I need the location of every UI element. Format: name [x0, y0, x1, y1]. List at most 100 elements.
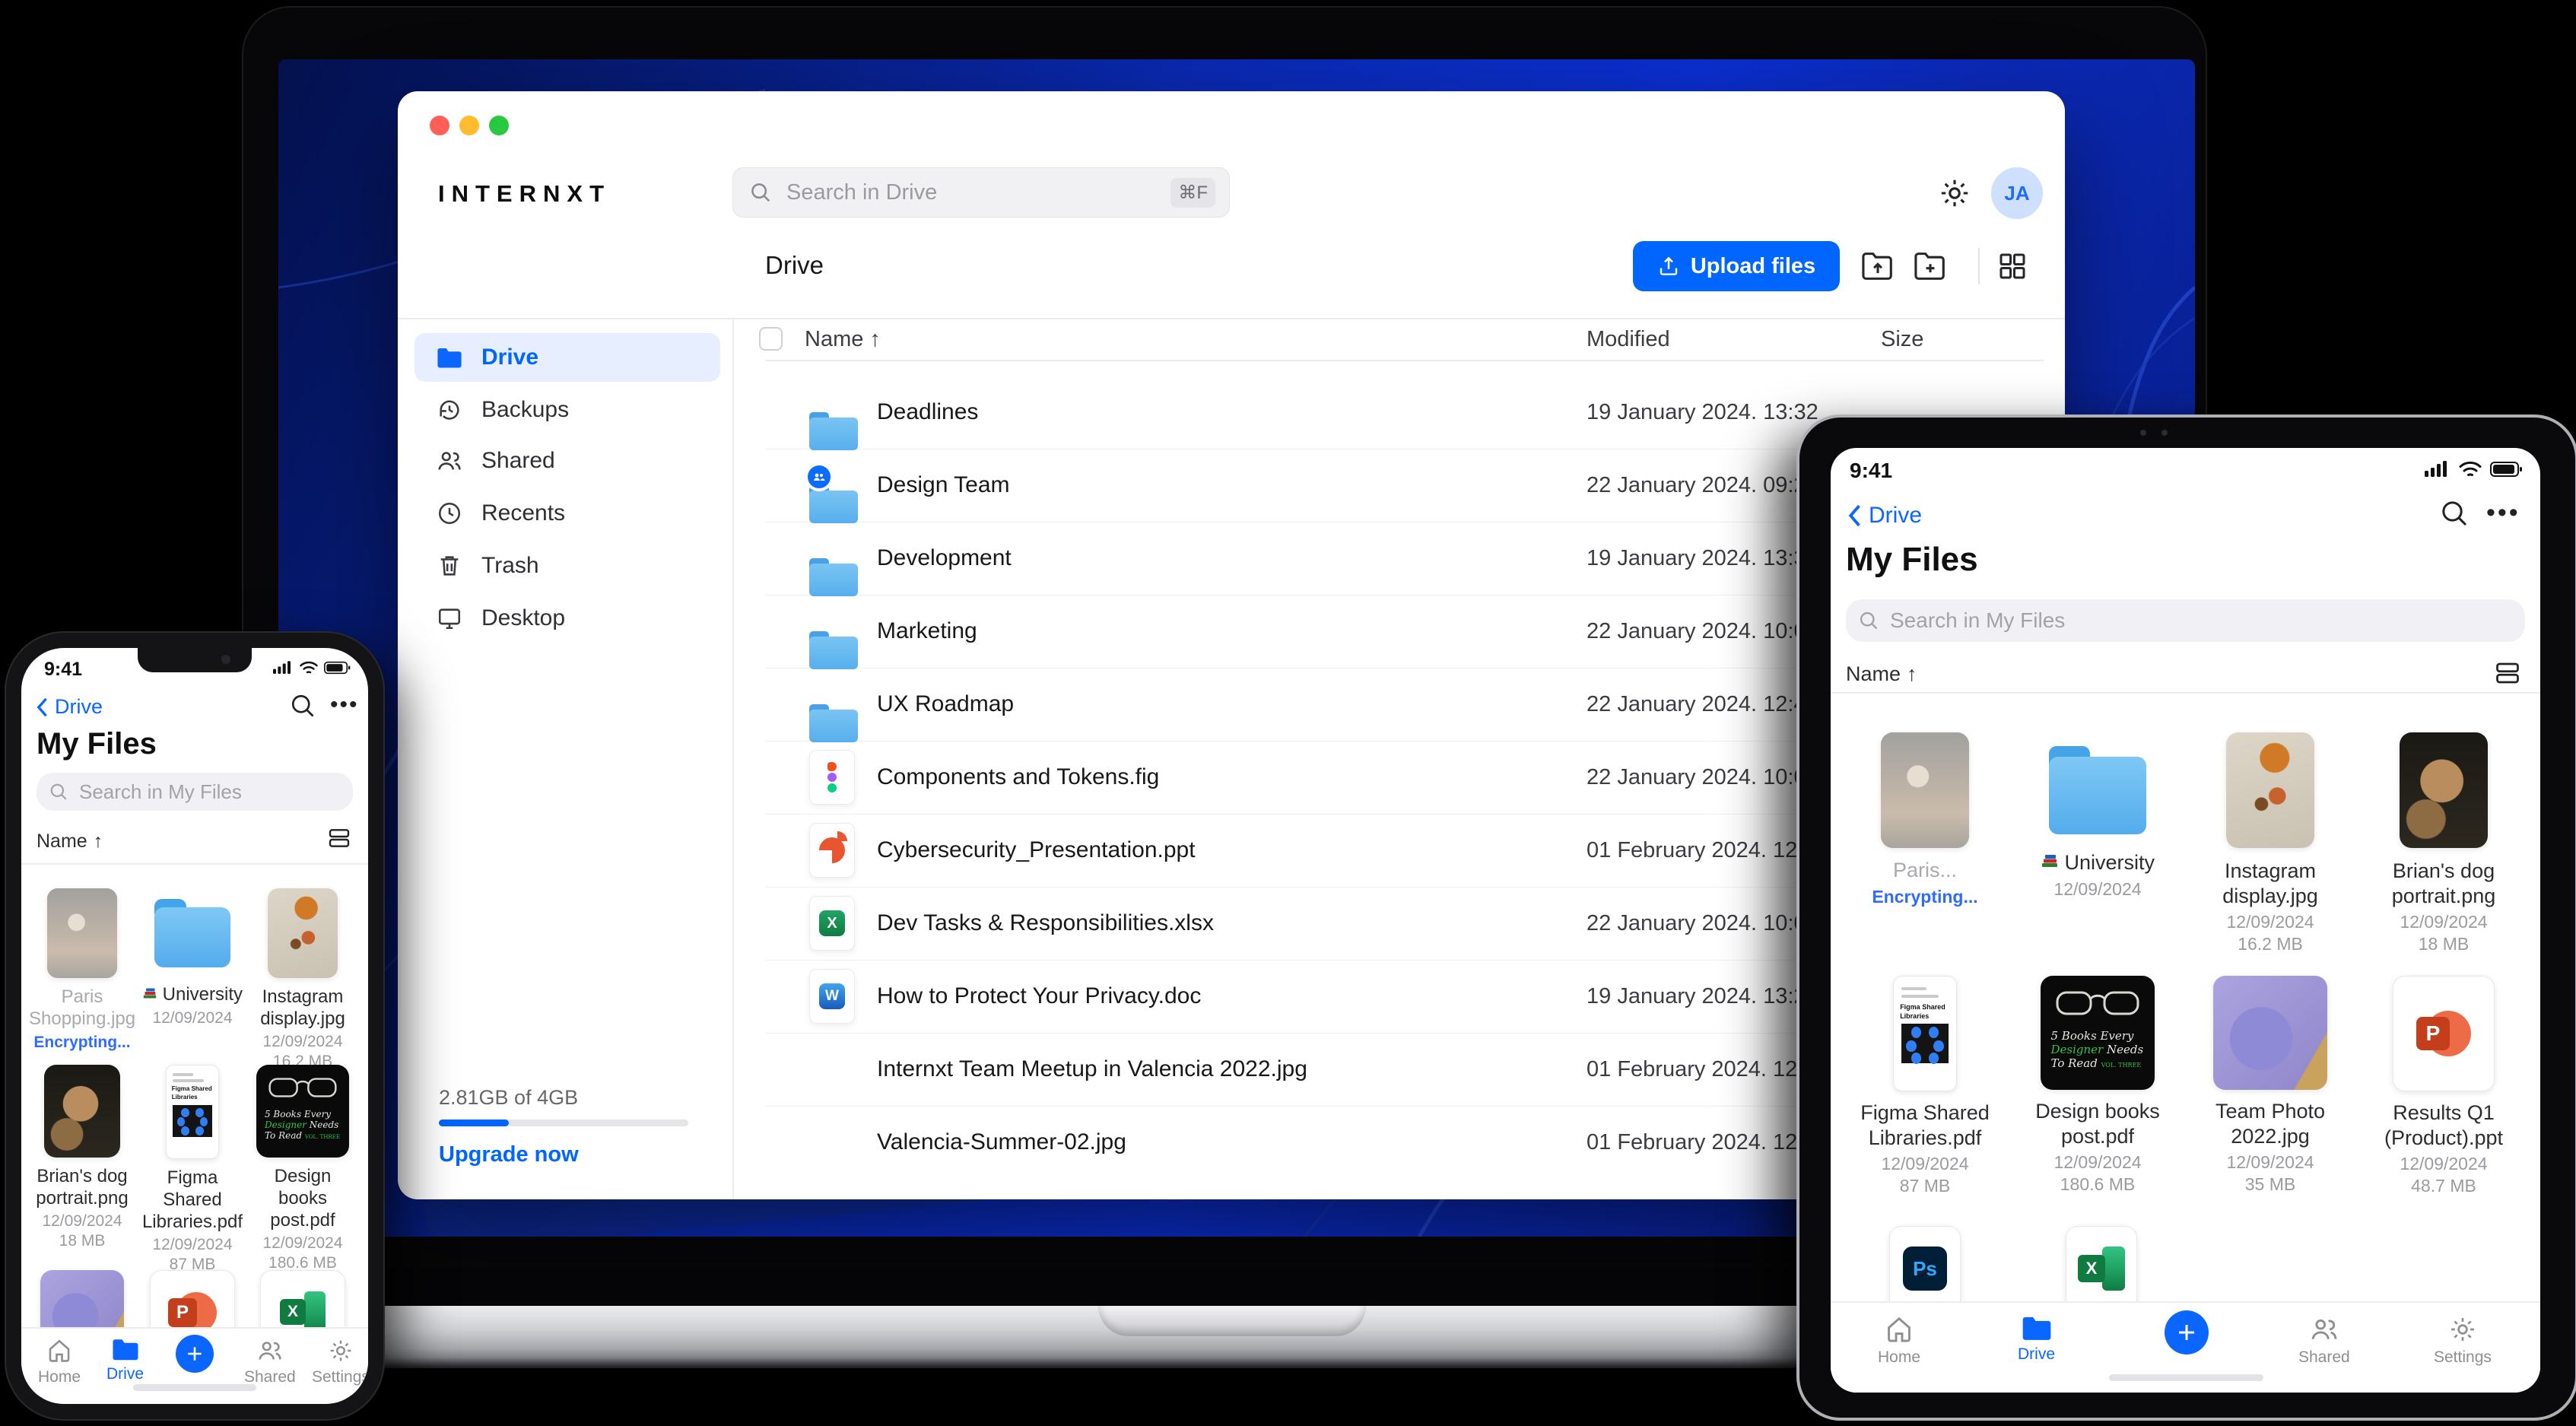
back-to-drive-button[interactable]: Drive	[1846, 503, 1922, 529]
drive-search-bar[interactable]: ⌘F	[732, 167, 1230, 218]
file-grid-item[interactable]: Figma Shared Libraries Figma Shared Libr…	[139, 1065, 246, 1274]
nav-drive[interactable]: Drive	[106, 1338, 144, 1383]
internxt-logo: INTERNXT	[438, 180, 611, 207]
close-window-button[interactable]	[430, 116, 449, 135]
column-header-modified[interactable]: Modified	[1587, 327, 1670, 352]
page-title: Drive	[765, 251, 824, 279]
file-grid-item[interactable]: University 12/09/2024	[2022, 732, 2174, 900]
folder-icon	[2022, 1316, 2050, 1340]
column-header-size[interactable]: Size	[1881, 327, 1923, 352]
books-icon	[2041, 855, 2057, 867]
nav-shared[interactable]: Shared	[2298, 1315, 2350, 1367]
sidebar-item-recents[interactable]: Recents	[415, 489, 720, 538]
add-button[interactable]	[2165, 1310, 2209, 1355]
sort-by-name[interactable]: Name ↑	[37, 831, 103, 853]
table-header-divider	[765, 360, 2044, 361]
sidebar-item-label: Shared	[481, 448, 555, 473]
file-grid-item[interactable]: Ps	[1888, 1226, 1961, 1311]
search-icon	[1860, 611, 1878, 630]
folder-icon	[154, 899, 230, 967]
sort-by-name[interactable]: Name ↑	[1846, 662, 1917, 686]
list-view-toggle-icon[interactable]	[2494, 659, 2521, 687]
search-icon[interactable]	[289, 692, 316, 719]
file-grid-item[interactable]: Instagram display.jpg 12/09/2024 16.2 MB	[2194, 732, 2346, 954]
divider	[1831, 692, 2540, 694]
nav-home[interactable]: Home	[38, 1338, 81, 1386]
file-grid-item[interactable]: X	[2065, 1226, 2138, 1311]
header-divider	[398, 318, 2065, 319]
select-all-checkbox[interactable]	[759, 327, 783, 351]
phone-search-input[interactable]	[78, 779, 341, 805]
upload-files-label: Upload files	[1690, 253, 1816, 278]
file-grid-item[interactable]: 5 Books Every Designer Needs To Read VOL…	[2022, 976, 2174, 1195]
photo-thumbnail	[2213, 976, 2327, 1090]
more-options-icon[interactable]: •••	[330, 692, 359, 718]
settings-gear-icon[interactable]	[1938, 176, 1971, 210]
file-grid-item[interactable]: Brian's dog portrait.png 12/09/2024 18 M…	[29, 1065, 135, 1250]
upload-folder-icon[interactable]	[1861, 251, 1895, 281]
sidebar-item-desktop[interactable]: Desktop	[415, 594, 720, 643]
people-icon	[2311, 1319, 2337, 1340]
nav-home[interactable]: Home	[1878, 1315, 1920, 1367]
upload-files-button[interactable]: Upload files	[1633, 241, 1840, 291]
file-grid-item[interactable]: P Results Q1 (Product).ppt 12/09/2024 48…	[2368, 976, 2520, 1196]
new-folder-icon[interactable]	[1914, 251, 1947, 281]
search-icon[interactable]	[2439, 498, 2470, 529]
photo-thumbnail	[44, 1065, 120, 1158]
add-button[interactable]	[176, 1335, 214, 1373]
photoshop-file-icon: Ps	[1889, 1226, 1961, 1311]
powerpoint-file-icon	[809, 823, 855, 878]
tablet-search-input[interactable]	[1888, 608, 2513, 634]
sidebar-item-label: Drive	[481, 345, 539, 370]
list-view-toggle-icon[interactable]	[327, 826, 351, 850]
minimize-window-button[interactable]	[459, 116, 479, 135]
plus-icon	[2179, 1325, 2194, 1340]
phone-status-time: 9:41	[44, 659, 83, 680]
column-header-name[interactable]: Name ↑	[805, 327, 881, 352]
storage-progress-fill	[439, 1120, 509, 1126]
history-icon	[436, 396, 463, 424]
sidebar-item-backups[interactable]: Backups	[415, 386, 720, 434]
nav-settings[interactable]: Settings	[312, 1338, 368, 1386]
phone-status-icons	[273, 660, 351, 675]
pdf-thumbnail: 5 Books Every Designer Needs To Read VOL…	[256, 1065, 349, 1158]
file-grid-item[interactable]: Instagram display.jpg 12/09/2024 16.2 MB	[249, 888, 356, 1071]
file-grid-item[interactable]: University 12/09/2024	[139, 888, 246, 1027]
divider	[21, 863, 368, 865]
home-indicator[interactable]	[133, 1384, 256, 1391]
phone-search-bar[interactable]	[37, 773, 353, 811]
photo-thumbnail	[2400, 732, 2488, 848]
home-indicator[interactable]	[2109, 1374, 2263, 1381]
nav-shared[interactable]: Shared	[244, 1338, 296, 1386]
upgrade-link[interactable]: Upgrade now	[439, 1142, 579, 1167]
folder-label: University	[2022, 851, 2174, 875]
sidebar-item-trash[interactable]: Trash	[415, 541, 720, 590]
file-grid-item[interactable]: Figma Shared Libraries Figma Shared Libr…	[1849, 976, 2001, 1196]
avatar[interactable]: JA	[1991, 167, 2043, 219]
grid-view-icon[interactable]	[1996, 251, 2028, 281]
tablet-status-icons	[2425, 460, 2524, 478]
nav-drive[interactable]: Drive	[2018, 1315, 2055, 1364]
more-options-icon[interactable]: •••	[2486, 498, 2520, 528]
folder-icon	[113, 1339, 138, 1361]
search-input[interactable]	[785, 179, 1161, 206]
zoom-window-button[interactable]	[489, 116, 509, 135]
tablet-search-bar[interactable]	[1846, 599, 2525, 642]
file-grid-item[interactable]: Brian's dog portrait.png 12/09/2024 18 M…	[2368, 732, 2520, 954]
excel-file-icon: X	[809, 896, 855, 951]
file-grid-item[interactable]: Paris Shopping.jpg Encrypting...	[29, 888, 135, 1052]
clock-icon	[436, 500, 463, 527]
phone-navbar: Home Drive Shared Settings	[21, 1327, 368, 1404]
folder-icon	[2049, 746, 2146, 834]
tablet-screen: 9:41 Drive ••• My Files Name↑ Paris... E…	[1831, 448, 2540, 1393]
sidebar-item-drive[interactable]: Drive	[415, 333, 720, 382]
back-to-drive-button[interactable]: Drive	[35, 695, 103, 719]
file-grid-item[interactable]: Team Photo 2022.jpg 12/09/2024 35 MB	[2194, 976, 2346, 1195]
phone-page-title: My Files	[37, 727, 157, 761]
sidebar-item-shared[interactable]: Shared	[415, 437, 720, 485]
nav-settings[interactable]: Settings	[2434, 1315, 2492, 1367]
file-grid-item[interactable]: Paris... Encrypting...	[1849, 732, 2001, 907]
file-grid-item[interactable]: 5 Books Every Designer Needs To Read VOL…	[249, 1065, 356, 1272]
encrypting-status: Encrypting...	[1872, 887, 1978, 907]
search-icon	[50, 783, 67, 800]
